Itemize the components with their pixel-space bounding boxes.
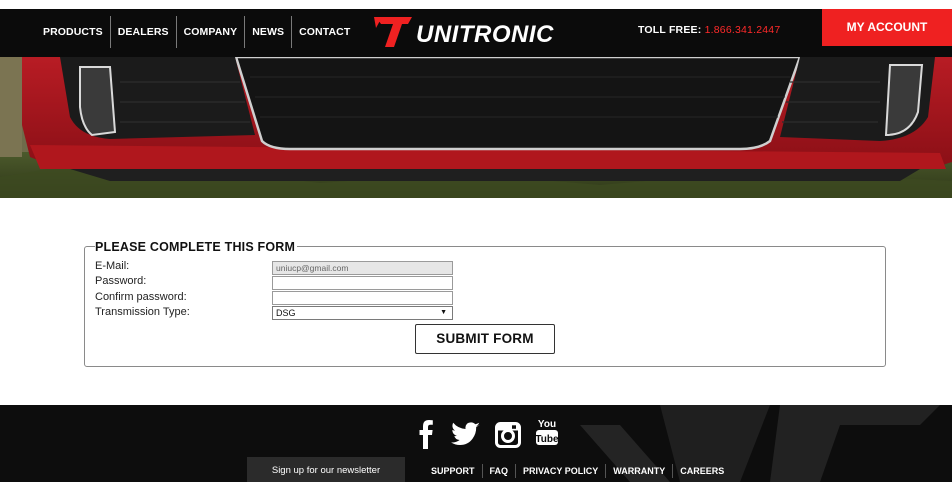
footer-link-faq[interactable]: FAQ <box>481 464 516 478</box>
form-title: PLEASE COMPLETE THIS FORM <box>95 240 298 254</box>
nav-company[interactable]: COMPANY <box>177 16 246 48</box>
top-navigation-bar: PRODUCTS DEALERS COMPANY NEWS CONTACT UN… <box>0 0 952 57</box>
youtube-icon[interactable]: You Tube <box>535 417 559 447</box>
transmission-type-select[interactable]: DSG ▼ <box>272 306 453 320</box>
confirm-password-label: Confirm password: <box>95 291 187 303</box>
footer-links: SUPPORT FAQ PRIVACY POLICY WARRANTY CARE… <box>424 460 731 482</box>
main-nav: PRODUCTS DEALERS COMPANY NEWS CONTACT <box>37 16 357 48</box>
toll-free-label: TOLL FREE: <box>638 24 702 36</box>
password-label: Password: <box>95 275 147 287</box>
twitter-icon[interactable] <box>451 419 481 449</box>
footer-link-careers[interactable]: CAREERS <box>672 464 731 478</box>
footer-link-support[interactable]: SUPPORT <box>424 464 482 478</box>
unitronic-logo[interactable]: UNITRONIC <box>372 14 598 50</box>
password-field[interactable] <box>272 276 453 290</box>
youtube-you-text: You <box>538 419 556 430</box>
footer-link-privacy-policy[interactable]: PRIVACY POLICY <box>515 464 605 478</box>
logo-wordmark: UNITRONIC <box>416 21 554 48</box>
nav-news[interactable]: NEWS <box>245 16 293 48</box>
toll-free-info: TOLL FREE: 1.866.341.2447 <box>638 24 780 36</box>
youtube-tube-text: Tube <box>535 434 559 445</box>
instagram-icon[interactable] <box>495 420 521 450</box>
nav-contact[interactable]: CONTACT <box>292 16 357 48</box>
caret-down-icon: ▼ <box>440 309 447 316</box>
submit-form-button[interactable]: SUBMIT FORM <box>415 324 555 354</box>
transmission-type-value: DSG <box>276 308 296 318</box>
newsletter-signup-button[interactable]: Sign up for our newsletter <box>247 457 405 482</box>
nav-products[interactable]: PRODUCTS <box>37 16 111 48</box>
email-label: E-Mail: <box>95 260 130 272</box>
email-field[interactable]: uniucp@gmail.com <box>272 261 453 275</box>
nav-dealers[interactable]: DEALERS <box>111 16 177 48</box>
my-account-button[interactable]: MY ACCOUNT <box>822 9 952 46</box>
confirm-password-field[interactable] <box>272 291 453 305</box>
hero-banner-car-image <box>0 57 952 198</box>
facebook-icon[interactable] <box>419 419 433 449</box>
footer-link-warranty[interactable]: WARRANTY <box>605 464 672 478</box>
site-footer: You Tube Sign up for our newsletter SUPP… <box>0 405 952 482</box>
toll-free-number[interactable]: 1.866.341.2447 <box>705 24 781 36</box>
transmission-type-label: Transmission Type: <box>95 306 190 318</box>
